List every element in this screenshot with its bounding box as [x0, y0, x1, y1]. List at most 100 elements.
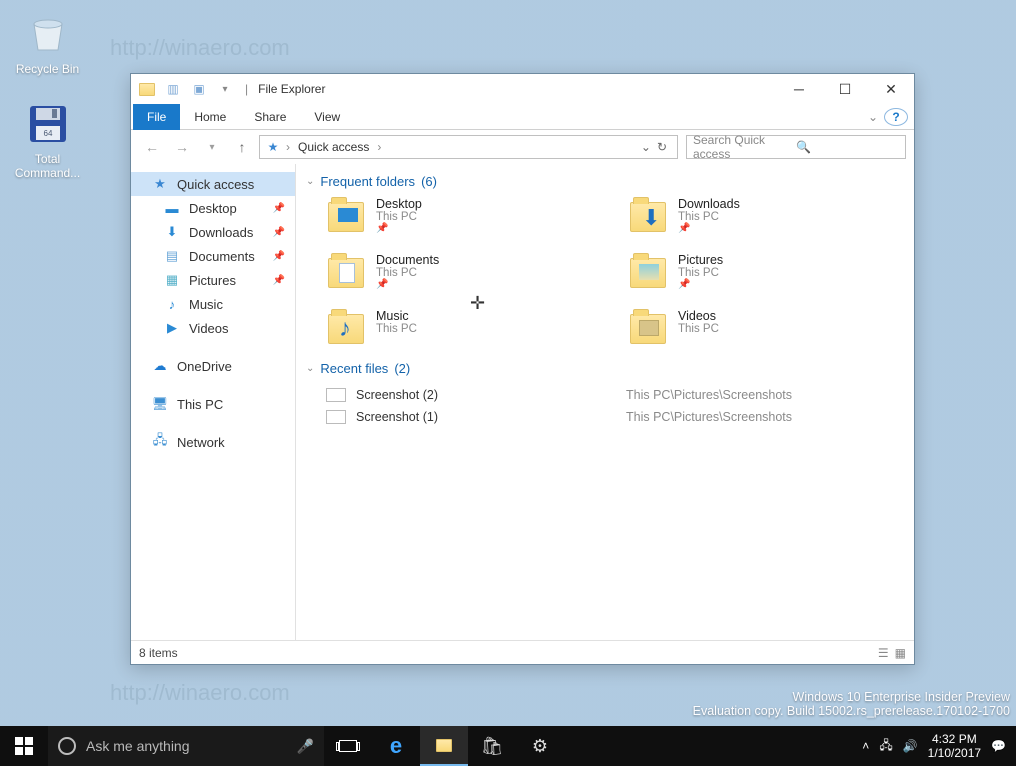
recent-file-row[interactable]: Screenshot (1) This PC\Pictures\Screensh… — [300, 406, 910, 428]
taskbar-app-store[interactable]: 🛍 — [468, 726, 516, 766]
network-icon: 🖧 — [151, 433, 169, 451]
taskbar-search[interactable]: Ask me anything 🎤 — [48, 726, 324, 766]
nav-toolbar: ← → ▾ ↑ ★ › Quick access › ⌄ ↻ Search Qu… — [131, 130, 914, 164]
recent-file-path: This PC\Pictures\Screenshots — [626, 410, 792, 424]
taskbar-app-file-explorer[interactable] — [420, 726, 468, 766]
chevron-down-icon: ⌄ — [306, 176, 314, 187]
content-pane[interactable]: ⌄ Frequent folders (6) DesktopThis PC📌 ⬇… — [296, 164, 914, 640]
pin-icon: 📌 — [273, 227, 285, 238]
tree-item-desktop[interactable]: ▬Desktop📌 — [131, 196, 295, 220]
section-count: (2) — [394, 361, 410, 376]
recent-file-name: Screenshot (2) — [356, 388, 616, 402]
folder-item-documents[interactable]: DocumentsThis PC📌 — [326, 253, 608, 293]
folder-item-pictures[interactable]: PicturesThis PC📌 — [628, 253, 910, 293]
tree-network[interactable]: 🖧Network — [131, 430, 295, 454]
desktop-icon: ▬ — [163, 199, 181, 217]
svg-text:64: 64 — [43, 129, 52, 138]
image-file-icon — [326, 388, 346, 402]
tray-network-icon[interactable]: 🖧 — [879, 736, 892, 757]
tab-share[interactable]: Share — [240, 104, 300, 130]
view-details-button[interactable]: ☰ — [878, 646, 889, 660]
up-button[interactable]: ↑ — [229, 134, 255, 160]
search-box[interactable]: Search Quick access 🔍 — [686, 135, 906, 159]
tree-label: Quick access — [177, 177, 254, 192]
search-placeholder: Search Quick access — [693, 133, 796, 161]
folder-icon — [628, 309, 668, 349]
start-button[interactable] — [0, 726, 48, 766]
tab-view[interactable]: View — [300, 104, 354, 130]
address-bar[interactable]: ★ › Quick access › ⌄ ↻ — [259, 135, 678, 159]
tray-overflow-button[interactable]: ˄ — [862, 739, 869, 753]
help-button[interactable]: ? — [884, 108, 908, 126]
forward-button[interactable]: → — [169, 134, 195, 160]
taskbar-clock[interactable]: 4:32 PM 1/10/2017 — [928, 732, 981, 761]
tree-label: Videos — [189, 321, 229, 336]
folder-name: Videos — [678, 309, 719, 323]
tree-item-music[interactable]: ♪Music — [131, 292, 295, 316]
taskbar-app-edge[interactable]: e — [372, 726, 420, 766]
view-large-icons-button[interactable]: ▦ — [895, 646, 906, 660]
address-dropdown-icon[interactable]: ⌄ — [641, 140, 651, 154]
qat-dropdown-icon[interactable]: ▾ — [215, 79, 235, 99]
tree-label: Downloads — [189, 225, 253, 240]
mic-icon[interactable]: 🎤 — [297, 738, 314, 755]
star-icon: ★ — [151, 175, 169, 193]
floppy-icon: 64 — [24, 100, 72, 148]
back-button[interactable]: ← — [139, 134, 165, 160]
task-view-button[interactable] — [324, 726, 372, 766]
minimize-button[interactable]: ─ — [776, 74, 822, 104]
folder-location: This PC — [376, 323, 417, 335]
folder-item-downloads[interactable]: ⬇ DownloadsThis PC📌 — [628, 197, 910, 237]
section-recent-files[interactable]: ⌄ Recent files (2) — [300, 357, 910, 384]
videos-icon: ▶ — [163, 319, 181, 337]
pin-icon: 📌 — [273, 251, 285, 262]
ribbon-expand-icon[interactable]: ⌄ — [868, 110, 878, 124]
folder-name: Music — [376, 309, 417, 323]
section-frequent-folders[interactable]: ⌄ Frequent folders (6) — [300, 170, 910, 197]
breadcrumb-quick-access[interactable]: Quick access — [294, 140, 373, 154]
pin-icon: 📌 — [376, 279, 439, 290]
taskbar[interactable]: Ask me anything 🎤 e 🛍 ⚙ ˄ 🖧 🔊 4:32 PM 1/… — [0, 726, 1016, 766]
qat-properties-icon[interactable]: ▥ — [163, 79, 183, 99]
file-explorer-window: ▥ ▣ ▾ | File Explorer ─ ☐ ✕ File Home Sh… — [130, 73, 915, 665]
section-count: (6) — [421, 174, 437, 189]
folder-item-desktop[interactable]: DesktopThis PC📌 — [326, 197, 608, 237]
recent-file-path: This PC\Pictures\Screenshots — [626, 388, 792, 402]
action-center-button[interactable]: 💬 — [991, 739, 1006, 753]
tab-home[interactable]: Home — [180, 104, 240, 130]
tree-label: Documents — [189, 249, 255, 264]
close-button[interactable]: ✕ — [868, 74, 914, 104]
title-bar[interactable]: ▥ ▣ ▾ | File Explorer ─ ☐ ✕ — [131, 74, 914, 104]
tree-this-pc[interactable]: 🖥This PC — [131, 392, 295, 416]
qat-new-folder-icon[interactable]: ▣ — [189, 79, 209, 99]
navigation-tree: ★ Quick access ▬Desktop📌 ⬇Downloads📌 ▤Do… — [131, 164, 296, 640]
tree-label: OneDrive — [177, 359, 232, 374]
folder-item-videos[interactable]: VideosThis PC — [628, 309, 910, 349]
desktop-icon-total-commander[interactable]: 64 Total Command... — [10, 100, 85, 180]
folder-name: Desktop — [376, 197, 422, 211]
tree-quick-access[interactable]: ★ Quick access — [131, 172, 295, 196]
recent-locations-button[interactable]: ▾ — [199, 134, 225, 160]
refresh-button[interactable]: ↻ — [657, 140, 667, 154]
tree-item-videos[interactable]: ▶ Videos — [131, 316, 295, 340]
tree-item-pictures[interactable]: ▦Pictures📌 — [131, 268, 295, 292]
tree-label: Pictures — [189, 273, 236, 288]
section-title: Recent files — [320, 361, 388, 376]
tray-volume-icon[interactable]: 🔊 — [903, 739, 918, 753]
desktop-icon-recycle-bin[interactable]: Recycle Bin — [10, 10, 85, 76]
taskbar-app-settings[interactable]: ⚙ — [516, 726, 564, 766]
status-item-count: 8 items — [139, 646, 178, 660]
tree-item-documents[interactable]: ▤Documents📌 — [131, 244, 295, 268]
system-tray: ˄ 🖧 🔊 4:32 PM 1/10/2017 💬 — [862, 732, 1016, 761]
recent-file-name: Screenshot (1) — [356, 410, 616, 424]
taskbar-search-placeholder: Ask me anything — [86, 738, 190, 754]
star-icon: ★ — [264, 138, 282, 156]
maximize-button[interactable]: ☐ — [822, 74, 868, 104]
folder-item-music[interactable]: ♪ MusicThis PC — [326, 309, 608, 349]
tab-file[interactable]: File — [133, 104, 180, 130]
window-title: File Explorer — [258, 82, 325, 96]
tree-item-downloads[interactable]: ⬇Downloads📌 — [131, 220, 295, 244]
recent-file-row[interactable]: Screenshot (2) This PC\Pictures\Screensh… — [300, 384, 910, 406]
folder-location: This PC — [376, 211, 422, 223]
tree-onedrive[interactable]: ☁OneDrive — [131, 354, 295, 378]
